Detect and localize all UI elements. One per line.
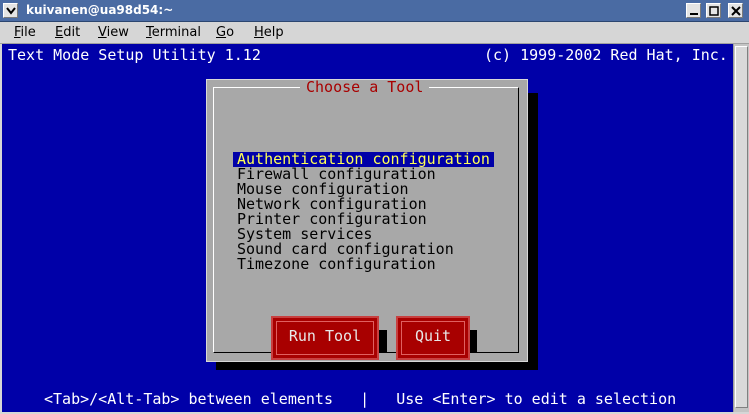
close-button[interactable] [728,3,743,18]
terminal-screen[interactable]: Text Mode Setup Utility 1.12 (c) 1999-20… [2,44,733,412]
menu-bar: File Edit View Terminal Go Help [0,22,749,44]
menu-help[interactable]: Help [254,25,284,40]
window-menu-button[interactable] [3,3,18,18]
maximize-button[interactable] [706,3,721,18]
scrollbar-thumb[interactable] [735,46,748,408]
menu-terminal[interactable]: Terminal [146,25,201,40]
chevron-down-icon [6,7,16,15]
window-title: kuivanen@ua98d54:~ [26,3,174,17]
dialog-title: Choose a Tool [300,80,430,95]
minimize-icon [690,13,698,15]
window-title-bar[interactable]: kuivanen@ua98d54:~ [0,0,749,22]
run-tool-button[interactable]: Run Tool [271,316,379,360]
maximize-icon [709,6,719,16]
close-icon [731,6,741,16]
terminal-scrollbar[interactable] [733,44,749,412]
quit-label: Quit [414,327,452,345]
footer-hint: <Tab>/<Alt-Tab> between elements | Use <… [44,390,677,408]
run-tool-label: Run Tool [288,327,362,345]
header-left: Text Mode Setup Utility 1.12 [8,46,261,64]
menu-go[interactable]: Go [216,25,234,40]
quit-button[interactable]: Quit [396,316,470,360]
tool-item-timezone[interactable]: Timezone configuration [237,257,436,272]
menu-view[interactable]: View [98,25,129,40]
menu-edit[interactable]: Edit [55,25,80,40]
choose-tool-dialog: Choose a Tool Authentication configurati… [206,79,528,362]
menu-file[interactable]: File [14,25,36,40]
minimize-button[interactable] [686,3,701,18]
header-right: (c) 1999-2002 Red Hat, Inc. [484,46,728,64]
